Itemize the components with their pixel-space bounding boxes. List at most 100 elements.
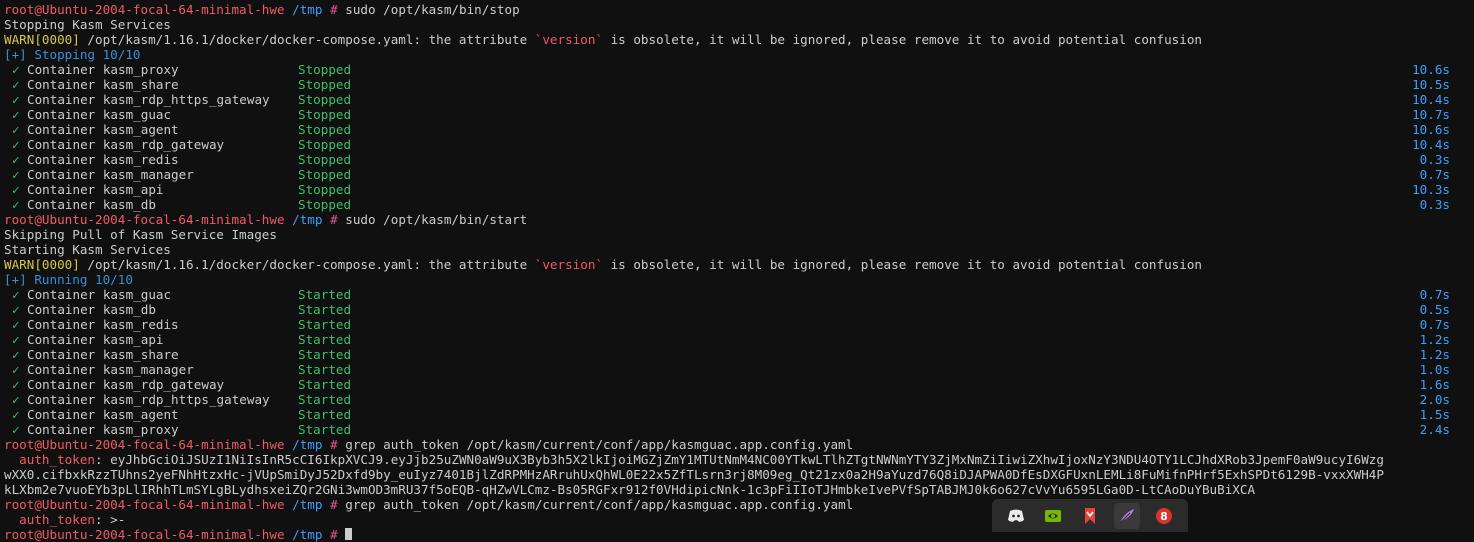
container-status: Stopped bbox=[298, 77, 352, 92]
check-icon: ✓ bbox=[12, 347, 20, 362]
output-line: Starting Kasm Services bbox=[4, 242, 171, 257]
container-name: Container kasm_proxy bbox=[27, 62, 179, 77]
prompt-dir: /tmp bbox=[292, 437, 323, 452]
container-duration: 0.3s bbox=[1419, 197, 1450, 212]
discord-icon[interactable] bbox=[1003, 503, 1029, 529]
container-duration: 1.0s bbox=[1419, 362, 1450, 377]
container-status: Stopped bbox=[298, 62, 352, 77]
container-status: Stopped bbox=[298, 167, 352, 182]
container-status: Started bbox=[298, 407, 352, 422]
check-icon: ✓ bbox=[12, 332, 20, 347]
warn-text: /opt/kasm/1.16.1/docker/docker-compose.y… bbox=[79, 257, 535, 272]
container-status: Started bbox=[298, 362, 352, 377]
nvidia-icon[interactable] bbox=[1040, 503, 1066, 529]
prompt-user-host: root@Ubuntu-2004-focal-64-minimal-hwe bbox=[4, 212, 285, 227]
container-duration: 10.6s bbox=[1412, 122, 1450, 137]
prompt-dir: /tmp bbox=[292, 212, 323, 227]
prompt-line-grep: root@Ubuntu-2004-focal-64-minimal-hwe /t… bbox=[4, 437, 1474, 452]
container-duration: 0.7s bbox=[1419, 317, 1450, 332]
prompt-line-start: root@Ubuntu-2004-focal-64-minimal-hwe /t… bbox=[4, 212, 1474, 227]
token-line: wXX0.cifbxkRzzTUhns2yeFNhHtzxHc-jVUpSmiD… bbox=[4, 467, 1384, 482]
token-value: : eyJhbGciOiJSUzI1NiIsInR5cCI6IkpXVCJ9.e… bbox=[95, 452, 1384, 467]
check-icon: ✓ bbox=[12, 167, 20, 182]
warn-text: is obsolete, it will be ignored, please … bbox=[603, 257, 1202, 272]
prompt-line-current[interactable]: root@Ubuntu-2004-focal-64-minimal-hwe /t… bbox=[4, 527, 1474, 542]
warn-text: /opt/kasm/1.16.1/docker/docker-compose.y… bbox=[79, 32, 535, 47]
container-duration: 0.7s bbox=[1419, 167, 1450, 182]
container-row: ✓ Container kasm_rdp_https_gateway Started… bbox=[4, 392, 1474, 407]
container-name: Container kasm_agent bbox=[27, 407, 179, 422]
container-duration: 1.2s bbox=[1419, 332, 1450, 347]
terminal-output[interactable]: root@Ubuntu-2004-focal-64-minimal-hwe /t… bbox=[4, 2, 1474, 542]
warn-text: is obsolete, it will be ignored, please … bbox=[603, 32, 1202, 47]
prompt-user-host: root@Ubuntu-2004-focal-64-minimal-hwe bbox=[4, 2, 285, 17]
container-status: Stopped bbox=[298, 152, 352, 167]
container-duration: 10.4s bbox=[1412, 92, 1450, 107]
check-icon: ✓ bbox=[12, 392, 20, 407]
container-duration: 10.3s bbox=[1412, 182, 1450, 197]
container-list-stop: ✓ Container kasm_proxy Stopped 10.6s ✓ Contai… bbox=[4, 62, 1474, 212]
container-list-start: ✓ Container kasm_guac Started 0.7s ✓ Containe… bbox=[4, 287, 1474, 437]
container-row: ✓ Container kasm_guac Stopped 10.7s bbox=[4, 107, 1474, 122]
prompt-symbol: # bbox=[330, 527, 338, 542]
check-icon: ✓ bbox=[12, 407, 20, 422]
container-status: Stopped bbox=[298, 137, 352, 152]
container-status: Stopped bbox=[298, 92, 352, 107]
container-duration: 0.7s bbox=[1419, 287, 1450, 302]
container-row: ✓ Container kasm_manager Stopped 0.7s bbox=[4, 167, 1474, 182]
container-row: ✓ Container kasm_guac Started 0.7s bbox=[4, 287, 1474, 302]
check-icon: ✓ bbox=[12, 362, 20, 377]
container-name: Container kasm_rdp_gateway bbox=[27, 377, 225, 392]
check-icon: ✓ bbox=[12, 62, 20, 77]
bookmark-icon[interactable] bbox=[1077, 503, 1103, 529]
output-line: Stopping Kasm Services bbox=[4, 17, 171, 32]
container-name: Container kasm_rdp_https_gateway bbox=[27, 392, 270, 407]
container-name: Container kasm_db bbox=[27, 302, 156, 317]
container-status: Started bbox=[298, 287, 352, 302]
container-row: ✓ Container kasm_share Stopped 10.5s bbox=[4, 77, 1474, 92]
prompt-symbol: # bbox=[330, 497, 338, 512]
container-status: Started bbox=[298, 317, 352, 332]
check-icon: ✓ bbox=[12, 77, 20, 92]
container-name: Container kasm_api bbox=[27, 182, 164, 197]
container-status: Started bbox=[298, 332, 352, 347]
container-duration: 10.5s bbox=[1412, 77, 1450, 92]
taskbar: 8 bbox=[992, 499, 1188, 532]
container-name: Container kasm_manager bbox=[27, 362, 194, 377]
token-value: : >- bbox=[95, 512, 126, 527]
container-status: Stopped bbox=[298, 122, 352, 137]
container-name: Container kasm_api bbox=[27, 332, 164, 347]
container-row: ✓ Container kasm_db Stopped 0.3s bbox=[4, 197, 1474, 212]
container-duration: 0.3s bbox=[1419, 152, 1450, 167]
terminal-cursor bbox=[345, 528, 353, 540]
container-duration: 1.2s bbox=[1419, 347, 1450, 362]
container-duration: 1.5s bbox=[1419, 407, 1450, 422]
yaml-key: auth_token bbox=[4, 452, 95, 467]
app-8-icon[interactable]: 8 bbox=[1151, 503, 1177, 529]
check-icon: ✓ bbox=[12, 422, 20, 437]
command-text: grep auth_token /opt/kasm/current/conf/a… bbox=[345, 497, 854, 512]
container-duration: 2.4s bbox=[1419, 422, 1450, 437]
prompt-symbol: # bbox=[330, 2, 338, 17]
feather-icon[interactable] bbox=[1113, 502, 1140, 529]
container-row: ✓ Container kasm_manager Started 1.0s bbox=[4, 362, 1474, 377]
container-name: Container kasm_redis bbox=[27, 152, 179, 167]
command-text: grep auth_token /opt/kasm/current/conf/a… bbox=[345, 437, 854, 452]
check-icon: ✓ bbox=[12, 377, 20, 392]
check-icon: ✓ bbox=[12, 137, 20, 152]
prompt-symbol: # bbox=[330, 212, 338, 227]
container-status: Started bbox=[298, 392, 352, 407]
container-name: Container kasm_proxy bbox=[27, 422, 179, 437]
container-row: ✓ Container kasm_rdp_gateway Started 1.6s bbox=[4, 377, 1474, 392]
container-duration: 10.4s bbox=[1412, 137, 1450, 152]
container-duration: 10.7s bbox=[1412, 107, 1450, 122]
container-status: Started bbox=[298, 302, 352, 317]
check-icon: ✓ bbox=[12, 152, 20, 167]
prompt-user-host: root@Ubuntu-2004-focal-64-minimal-hwe bbox=[4, 497, 285, 512]
container-row: ✓ Container kasm_share Started 1.2s bbox=[4, 347, 1474, 362]
warn-prefix: WARN[0000] bbox=[4, 32, 80, 47]
container-name: Container kasm_guac bbox=[27, 107, 172, 122]
progress-line: [+] Stopping 10/10 bbox=[4, 47, 141, 62]
warn-attr: `version` bbox=[534, 257, 604, 272]
yaml-key: auth_token bbox=[4, 512, 95, 527]
